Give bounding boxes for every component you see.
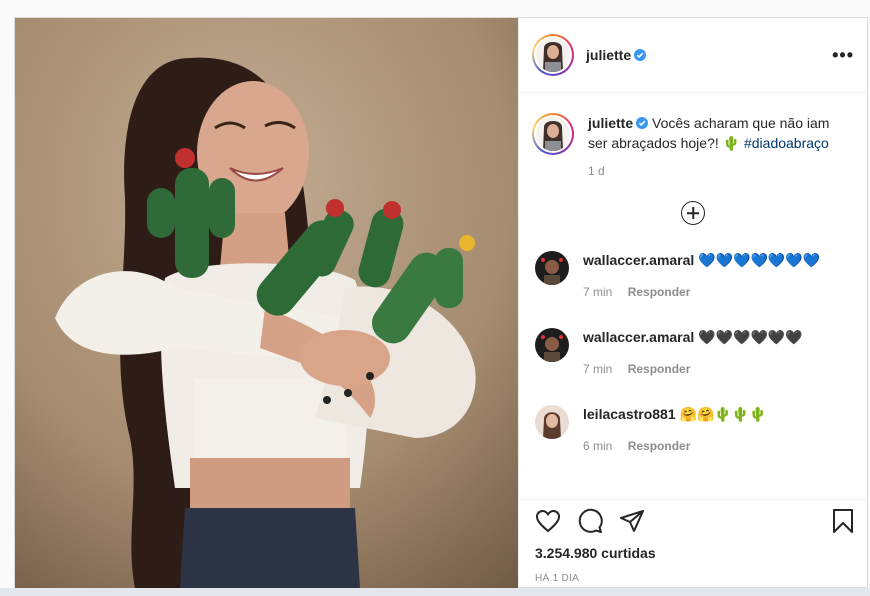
reply-button[interactable]: Responder (628, 362, 691, 376)
caption: juliette Vocês acharam que não iam ser a… (532, 93, 854, 155)
reply-button[interactable]: Responder (628, 285, 691, 299)
bookmark-icon[interactable] (832, 508, 854, 534)
caption-time[interactable]: 1 d (588, 164, 854, 178)
comment-avatar[interactable] (535, 251, 569, 285)
caption-hashtag[interactable]: #diadoabraço (744, 135, 829, 151)
comment-text: 🖤🖤🖤🖤🖤🖤 (698, 329, 803, 345)
comment-username[interactable]: leilacastro881 (583, 406, 676, 422)
comment-username[interactable]: wallaccer.amaral (583, 329, 694, 345)
verified-badge-icon (636, 117, 649, 129)
comment-username[interactable]: wallaccer.amaral (583, 252, 694, 268)
action-bar: 3.254.980 curtidas HÁ 1 DIA (519, 499, 868, 588)
comment-text: 💙💙💙💙💙💙💙 (698, 252, 821, 268)
avatar[interactable] (532, 34, 574, 76)
share-icon[interactable] (619, 509, 645, 533)
comment-time[interactable]: 6 min (583, 439, 612, 453)
caption-username[interactable]: juliette (588, 115, 633, 131)
comment-item: wallaccer.amaral 💙💙💙💙💙💙💙 7 min Responder (532, 251, 854, 302)
add-comment-icon[interactable] (681, 201, 705, 225)
post-sidebar: juliette ••• juliette Vocês acharam que … (518, 18, 868, 588)
likes-count[interactable]: 3.254.980 curtidas (535, 545, 854, 561)
post-header: juliette ••• (519, 18, 868, 93)
comment-avatar[interactable] (535, 328, 569, 362)
caption-text: juliette Vocês acharam que não iam ser a… (588, 113, 848, 155)
more-icon[interactable]: ••• (832, 45, 854, 66)
comment-item: leilacastro881 🤗🤗🌵🌵🌵 6 min Responder (532, 405, 854, 456)
comment-time[interactable]: 7 min (583, 285, 612, 299)
comment-avatar[interactable] (535, 405, 569, 439)
caption-avatar[interactable] (532, 113, 574, 155)
heart-icon[interactable] (535, 509, 561, 533)
comment-item: wallaccer.amaral 🖤🖤🖤🖤🖤🖤 7 min Responder (532, 328, 854, 379)
reply-button[interactable]: Responder (628, 439, 691, 453)
post-card: juliette ••• juliette Vocês acharam que … (14, 17, 868, 588)
comment-time[interactable]: 7 min (583, 362, 612, 376)
load-more-comments[interactable] (532, 201, 854, 225)
comment-text: 🤗🤗🌵🌵🌵 (679, 406, 767, 422)
post-photo[interactable] (15, 18, 518, 588)
post-username[interactable]: juliette (586, 47, 631, 63)
comment-icon[interactable] (577, 508, 603, 534)
page-footer-strip (0, 588, 870, 596)
verified-badge-icon (634, 49, 647, 61)
comments-area: juliette Vocês acharam que não iam ser a… (519, 93, 868, 498)
post-date[interactable]: HÁ 1 DIA (535, 573, 854, 584)
